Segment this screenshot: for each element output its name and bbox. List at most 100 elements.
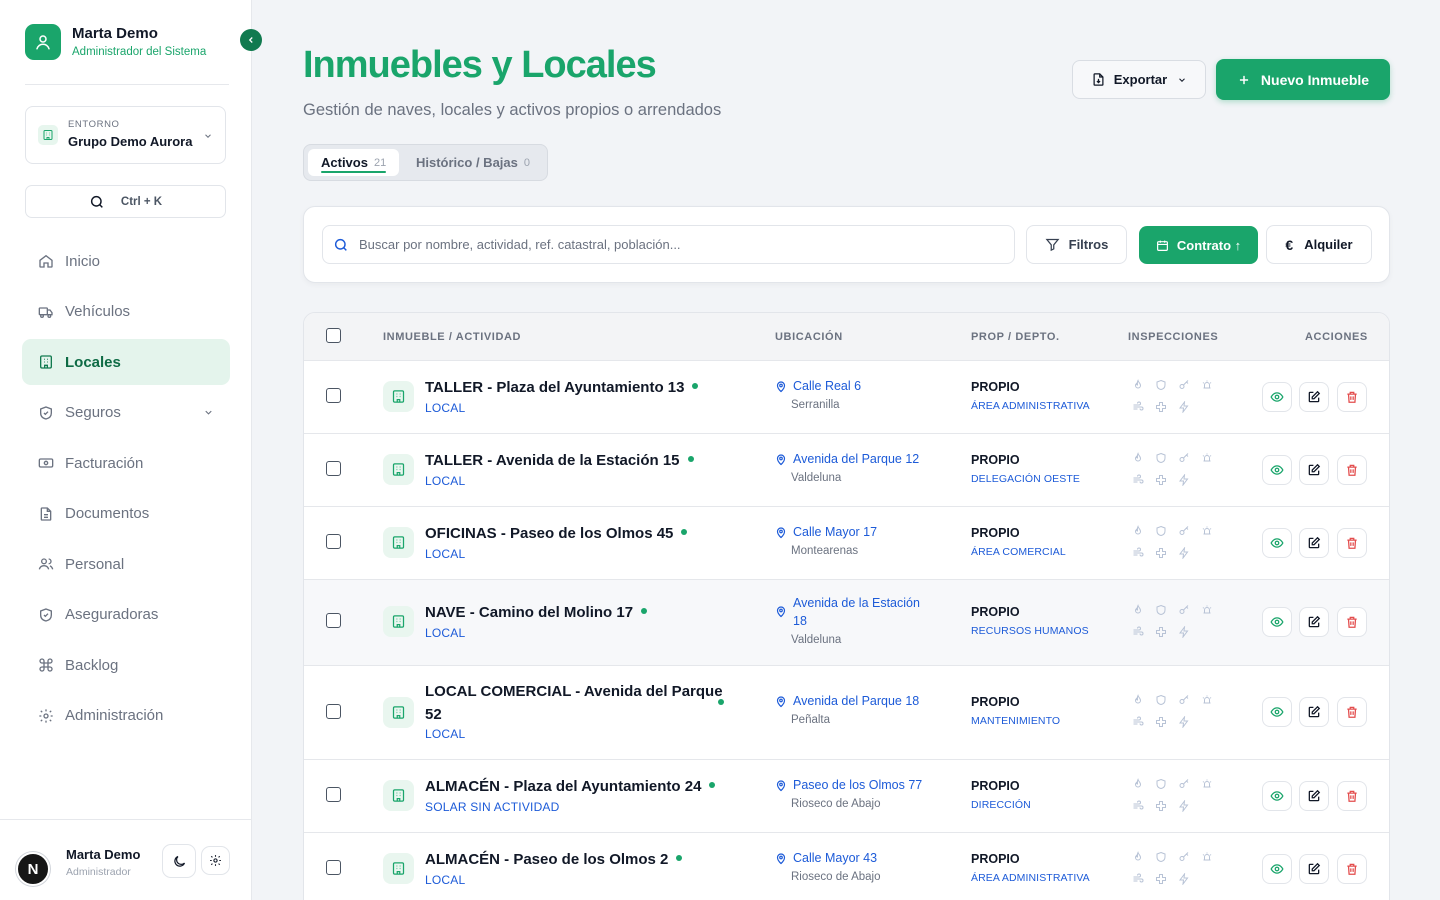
location-street[interactable]: Calle Mayor 17 [793,524,877,541]
sidebar-item-inicio[interactable]: Inicio [22,238,230,284]
delete-button[interactable] [1337,781,1367,811]
delete-button[interactable] [1337,528,1367,558]
property-name[interactable]: TALLER - Avenida de la Estación 15 [425,449,694,472]
edit-button[interactable] [1299,455,1329,485]
location-street[interactable]: Avenida de la Estación [793,595,920,612]
property-name[interactable]: LOCAL COMERCIAL - Avenida del Parque [425,680,723,703]
location-street[interactable]: Avenida del Parque 18 [793,693,919,710]
property-name-line2[interactable]: 52 [425,703,442,726]
location-street[interactable]: Calle Real 6 [793,378,861,395]
table-row[interactable]: TALLER - Plaza del Ayuntamiento 13 LOCAL… [304,361,1389,434]
property-name[interactable]: TALLER - Plaza del Ayuntamiento 13 [425,376,699,399]
view-button[interactable] [1262,607,1292,637]
delete-button[interactable] [1337,854,1367,884]
property-name[interactable]: NAVE - Camino del Molino 17 [425,601,648,624]
sidebar-item-documentos[interactable]: Documentos [22,491,230,537]
table-row[interactable]: LOCAL COMERCIAL - Avenida del Parque 52 … [304,666,1389,760]
table-row[interactable]: ALMACÉN - Plaza del Ayuntamiento 24 SOLA… [304,760,1389,833]
sidebar-item-backlog[interactable]: Backlog [22,642,230,688]
wind-icon [1133,547,1144,557]
location-street-line2[interactable]: 18 [793,613,807,630]
property-name[interactable]: ALMACÉN - Paseo de los Olmos 2 [425,848,683,871]
header-prop: PROP / DEPTO. [971,331,1060,343]
sidebar-item-label: Personal [65,555,125,573]
table-row[interactable]: ALMACÉN - Paseo de los Olmos 2 LOCAL Cal… [304,833,1389,900]
edit-button[interactable] [1299,607,1329,637]
filters-button[interactable]: Filtros [1026,225,1127,264]
view-button[interactable] [1262,697,1292,727]
table-row[interactable]: OFICINAS - Paseo de los Olmos 45 LOCAL C… [304,507,1389,580]
theme-toggle-button[interactable] [162,844,196,878]
settings-button[interactable] [201,846,230,875]
row-checkbox[interactable] [326,860,341,875]
row-checkbox[interactable] [326,704,341,719]
bolt-icon [1179,716,1189,728]
view-button[interactable] [1262,854,1292,884]
location-town: Rioseco de Abajo [791,798,881,810]
filters-label: Filtros [1068,237,1109,252]
delete-button[interactable] [1337,697,1367,727]
status-dot [692,383,699,390]
alarm-icon [1202,695,1212,704]
view-button[interactable] [1262,382,1292,412]
tab-historico[interactable]: Histórico / Bajas 0 [403,149,543,176]
sidebar-item-seguros[interactable]: Seguros [22,390,230,436]
edit-button[interactable] [1299,382,1329,412]
sidebar-item-vehiculos[interactable]: Vehículos [22,289,230,335]
sidebar-item-facturacion[interactable]: Facturación [22,440,230,486]
edit-button[interactable] [1299,697,1329,727]
key-icon [1179,605,1189,614]
tab-activos[interactable]: Activos 21 [308,149,400,176]
table-row[interactable]: TALLER - Avenida de la Estación 15 LOCAL… [304,434,1389,507]
environment-selector[interactable]: ENTORNO Grupo Demo Aurora [25,106,226,164]
view-button[interactable] [1262,781,1292,811]
map-pin-icon [776,606,786,618]
eye-icon [1270,465,1284,475]
property-name[interactable]: OFICINAS - Paseo de los Olmos 45 [425,522,688,545]
key-icon [1179,380,1189,389]
row-checkbox[interactable] [326,613,341,628]
row-checkbox[interactable] [326,534,341,549]
view-button[interactable] [1262,455,1292,485]
row-checkbox[interactable] [326,461,341,476]
sort-contrato-button[interactable]: Contrato ↑ [1139,226,1258,264]
view-button[interactable] [1262,528,1292,558]
collapse-sidebar-button[interactable] [240,29,262,51]
sidebar-item-personal[interactable]: Personal [22,541,230,587]
profile-role: Administrador del Sistema [72,46,207,58]
search-input[interactable]: Buscar por nombre, actividad, ref. catas… [322,225,1015,264]
new-property-button[interactable]: Nuevo Inmueble [1216,59,1390,100]
location-street[interactable]: Avenida del Parque 12 [793,451,919,468]
file-export-icon [1093,73,1104,86]
sort-alquiler-button[interactable]: € Alquiler [1266,225,1372,264]
property-name[interactable]: ALMACÉN - Plaza del Ayuntamiento 24 [425,775,716,798]
sidebar-item-aseguradoras[interactable]: Aseguradoras [22,592,230,638]
first-aid-icon [1156,402,1166,412]
edit-button[interactable] [1299,781,1329,811]
select-all-checkbox[interactable] [326,328,341,343]
command-search-button[interactable]: Ctrl + K [25,185,226,218]
shield-icon [1156,379,1166,391]
map-pin-icon [776,527,786,539]
table-row[interactable]: NAVE - Camino del Molino 17 LOCAL Avenid… [304,580,1389,666]
euro-icon: € [1285,236,1294,253]
delete-button[interactable] [1337,455,1367,485]
row-checkbox[interactable] [326,388,341,403]
building-icon [383,780,414,811]
home-icon [39,254,53,268]
delete-button[interactable] [1337,607,1367,637]
export-button[interactable]: Exportar [1072,60,1206,99]
sidebar-item-locales[interactable]: Locales [22,339,230,385]
location-street[interactable]: Paseo de los Olmos 77 [793,777,922,794]
edit-button[interactable] [1299,528,1329,558]
location-street[interactable]: Calle Mayor 43 [793,850,877,867]
user-card[interactable]: N Marta Demo Administrador [16,846,140,886]
map-pin-icon [776,381,786,393]
edit-button[interactable] [1299,854,1329,884]
row-checkbox[interactable] [326,787,341,802]
eye-icon [1270,864,1284,874]
delete-button[interactable] [1337,382,1367,412]
wind-icon [1133,800,1144,810]
shield-icon [1156,694,1166,706]
sidebar-item-administracion[interactable]: Administración [22,693,230,739]
